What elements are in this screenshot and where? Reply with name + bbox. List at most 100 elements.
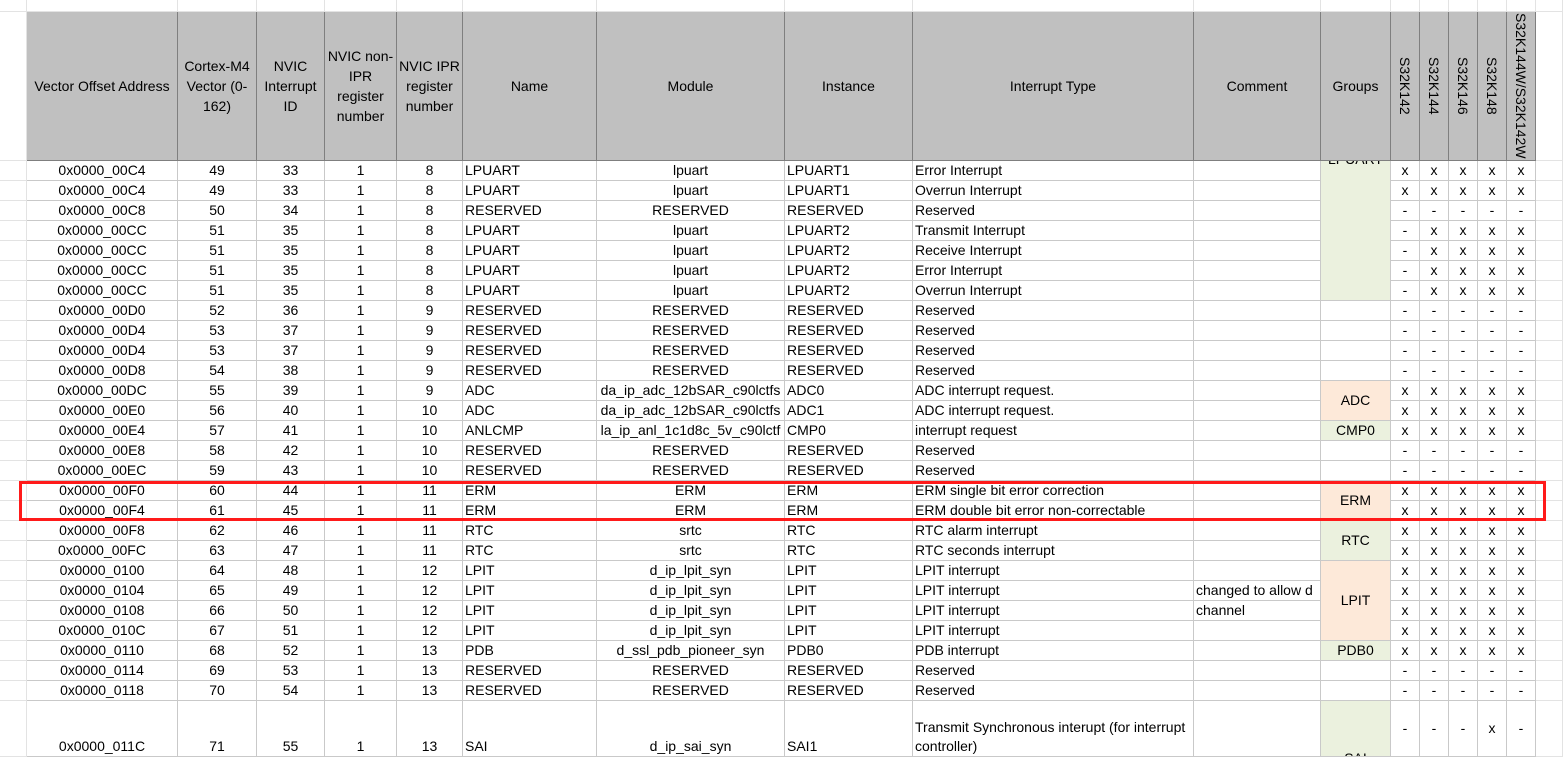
cell-avail-d142[interactable]: x [1391, 561, 1420, 581]
cell-avail-d144[interactable]: x [1420, 181, 1449, 201]
cell-avail-d144[interactable]: - [1420, 301, 1449, 321]
cell-vec[interactable]: 51 [178, 241, 257, 261]
cell-avail-d146[interactable]: x [1449, 541, 1478, 561]
cell-avail-d146[interactable]: - [1449, 461, 1478, 481]
cell-avail-d148[interactable]: - [1478, 301, 1507, 321]
cell-nonipr[interactable]: 1 [325, 561, 397, 581]
cell-nonipr[interactable]: 1 [325, 381, 397, 401]
cell-vec[interactable]: 51 [178, 261, 257, 281]
cell-avail-d142[interactable]: - [1391, 301, 1420, 321]
cell-addr[interactable]: 0x0000_0104 [27, 581, 178, 601]
group-empty-cell[interactable] [1321, 301, 1391, 321]
empty-cell[interactable] [1478, 0, 1507, 12]
cell-comment[interactable] [1194, 641, 1321, 661]
cell-avail-d146[interactable]: - [1449, 341, 1478, 361]
cell-comment[interactable] [1194, 361, 1321, 381]
cell-avail-d144w[interactable]: x [1507, 401, 1536, 421]
cell-name[interactable]: LPIT [463, 621, 597, 641]
cell-instance[interactable]: RESERVED [785, 321, 913, 341]
cell-avail-d144[interactable]: x [1420, 641, 1449, 661]
cell-instance[interactable]: LPIT [785, 621, 913, 641]
cell-instance[interactable]: RESERVED [785, 441, 913, 461]
cell-nonipr[interactable]: 1 [325, 601, 397, 621]
cell-avail-d148[interactable]: - [1478, 321, 1507, 341]
cell-itype[interactable]: Reserved [913, 201, 1194, 221]
cell-itype[interactable]: Receive Interrupt [913, 241, 1194, 261]
cell-instance[interactable]: RESERVED [785, 361, 913, 381]
cell-addr[interactable]: 0x0000_00E4 [27, 421, 178, 441]
cell-avail-d148[interactable]: x [1478, 481, 1507, 501]
cell-irq[interactable]: 42 [257, 441, 325, 461]
cell-ipr[interactable]: 11 [397, 541, 463, 561]
cell-addr[interactable]: 0x0000_0118 [27, 681, 178, 701]
cell-nonipr[interactable]: 1 [325, 241, 397, 261]
cell-addr[interactable]: 0x0000_00D8 [27, 361, 178, 381]
cell-irq[interactable]: 35 [257, 221, 325, 241]
cell-avail-d144[interactable]: x [1420, 601, 1449, 621]
cell-comment[interactable] [1194, 681, 1321, 701]
cell-module[interactable]: RESERVED [597, 301, 785, 321]
empty-cell[interactable] [1536, 221, 1563, 241]
cell-itype[interactable]: RTC seconds interrupt [913, 541, 1194, 561]
cell-nonipr[interactable]: 1 [325, 161, 397, 181]
cell-avail-d144[interactable]: x [1420, 621, 1449, 641]
cell-ipr[interactable]: 8 [397, 221, 463, 241]
cell-vec[interactable]: 65 [178, 581, 257, 601]
cell-ipr[interactable]: 13 [397, 661, 463, 681]
cell-comment[interactable] [1194, 461, 1321, 481]
cell-ipr[interactable]: 8 [397, 281, 463, 301]
cell-avail-d148[interactable]: x [1478, 161, 1507, 181]
cell-vec[interactable]: 52 [178, 301, 257, 321]
cell-avail-d144[interactable]: x [1420, 581, 1449, 601]
cell-itype[interactable]: Overrun Interrupt [913, 281, 1194, 301]
cell-itype[interactable]: Reserved [913, 441, 1194, 461]
group-empty-cell[interactable] [1321, 661, 1391, 681]
row-gutter-cell[interactable] [0, 241, 27, 261]
cell-instance[interactable]: ADC0 [785, 381, 913, 401]
cell-vec[interactable]: 67 [178, 621, 257, 641]
cell-nonipr[interactable]: 1 [325, 581, 397, 601]
empty-cell[interactable] [1536, 441, 1563, 461]
cell-nonipr[interactable]: 1 [325, 641, 397, 661]
cell-itype[interactable]: LPIT interrupt [913, 561, 1194, 581]
cell-avail-d146[interactable]: x [1449, 601, 1478, 621]
cell-instance[interactable]: RESERVED [785, 301, 913, 321]
cell-avail-d142[interactable]: x [1391, 181, 1420, 201]
row-gutter-cell[interactable] [0, 521, 27, 541]
cell-comment[interactable] [1194, 561, 1321, 581]
cell-comment[interactable] [1194, 181, 1321, 201]
interrupt-vector-spreadsheet[interactable]: Vector Offset Address Cortex-M4 Vector (0… [0, 0, 1563, 757]
row-gutter-cell[interactable] [0, 581, 27, 601]
cell-name[interactable]: LPUART [463, 281, 597, 301]
cell-ipr[interactable]: 9 [397, 381, 463, 401]
cell-avail-d148[interactable]: - [1478, 201, 1507, 221]
header-instance[interactable]: Instance [785, 12, 913, 161]
cell-vec[interactable]: 57 [178, 421, 257, 441]
cell-comment[interactable] [1194, 381, 1321, 401]
cell-name[interactable]: RESERVED [463, 301, 597, 321]
cell-nonipr[interactable]: 1 [325, 701, 397, 757]
empty-cell[interactable] [1536, 461, 1563, 481]
cell-irq[interactable]: 37 [257, 321, 325, 341]
cell-name[interactable]: LPIT [463, 561, 597, 581]
cell-module[interactable]: d_ip_lpit_syn [597, 561, 785, 581]
cell-irq[interactable]: 46 [257, 521, 325, 541]
cell-instance[interactable]: RESERVED [785, 681, 913, 701]
empty-cell[interactable] [1536, 641, 1563, 661]
cell-irq[interactable]: 37 [257, 341, 325, 361]
header-itype[interactable]: Interrupt Type [913, 12, 1194, 161]
group-empty-cell[interactable] [1321, 441, 1391, 461]
cell-nonipr[interactable]: 1 [325, 301, 397, 321]
row-gutter-cell[interactable] [0, 641, 27, 661]
cell-avail-d142[interactable]: - [1391, 461, 1420, 481]
row-gutter-cell[interactable] [0, 701, 27, 757]
cell-module[interactable]: RESERVED [597, 461, 785, 481]
cell-vec[interactable]: 49 [178, 181, 257, 201]
cell-module[interactable]: lpuart [597, 261, 785, 281]
cell-avail-d148[interactable]: x [1478, 541, 1507, 561]
header-nonipr[interactable]: NVIC non-IPR register number [325, 12, 397, 161]
cell-instance[interactable]: LPUART2 [785, 281, 913, 301]
cell-nonipr[interactable]: 1 [325, 521, 397, 541]
cell-avail-d144w[interactable]: x [1507, 541, 1536, 561]
cell-avail-d146[interactable]: - [1449, 361, 1478, 381]
